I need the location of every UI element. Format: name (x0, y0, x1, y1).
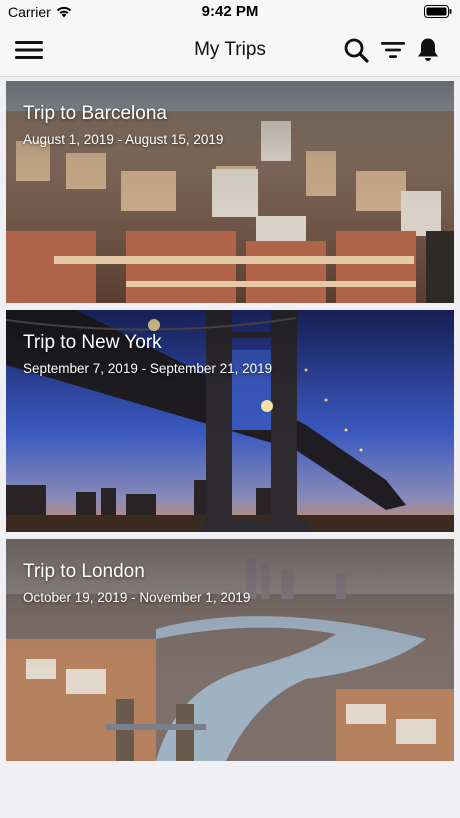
trip-title: Trip to London (23, 561, 145, 582)
clock: 9:42 PM (201, 3, 259, 20)
navigation-bar: My Trips (0, 24, 460, 77)
trip-dates: October 19, 2019 - November 1, 2019 (23, 590, 251, 605)
search-icon[interactable] (342, 36, 372, 64)
battery-icon (424, 5, 452, 18)
trip-title: Trip to Barcelona (23, 103, 167, 124)
filter-icon[interactable] (378, 36, 408, 64)
trip-dates: August 1, 2019 - August 15, 2019 (23, 132, 224, 147)
trip-title: Trip to New York (23, 332, 162, 353)
trip-dates: September 7, 2019 - September 21, 2019 (23, 361, 273, 376)
trip-card-barcelona[interactable]: Trip to Barcelona August 1, 2019 - Augus… (6, 81, 454, 303)
trip-card-london[interactable]: Trip to London October 19, 2019 - Novemb… (6, 539, 454, 761)
trip-card-new-york[interactable]: Trip to New York September 7, 2019 - Sep… (6, 310, 454, 532)
status-bar: Carrier 9:42 PM (0, 0, 460, 24)
bell-icon[interactable] (413, 36, 443, 64)
trip-list: Trip to Barcelona August 1, 2019 - Augus… (6, 81, 454, 768)
